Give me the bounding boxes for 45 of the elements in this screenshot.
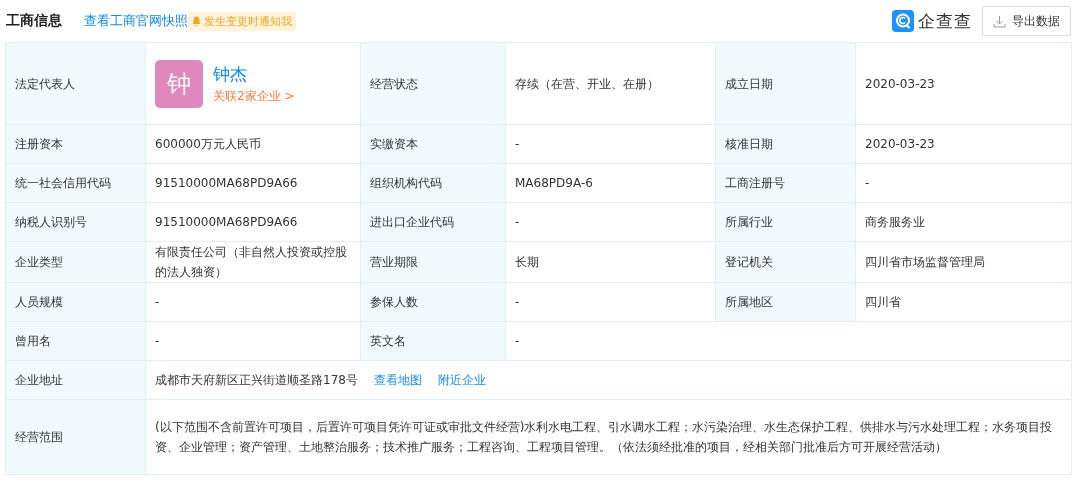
- table-cell: 四川省: [856, 283, 1072, 322]
- table-cell: -: [856, 164, 1072, 203]
- snapshot-link[interactable]: 查看工商官网快照: [84, 12, 188, 30]
- notify-badge[interactable]: 发生变更时通知我: [188, 11, 296, 31]
- related-companies-link[interactable]: 关联2家企业 >: [213, 85, 295, 106]
- field-label: 工商注册号: [716, 164, 856, 203]
- field-label: 企业地址: [6, 361, 146, 400]
- field-label: 曾用名: [6, 322, 146, 361]
- address-link[interactable]: 附近企业: [437, 370, 486, 390]
- avatar: 钟: [155, 59, 203, 108]
- table-cell: 商务服务业: [856, 203, 1072, 242]
- field-label: 参保人数: [361, 283, 506, 322]
- table-cell: -: [506, 322, 1072, 361]
- address-link[interactable]: 查看地图: [373, 370, 422, 390]
- field-label: 登记机关: [716, 242, 856, 283]
- table-cell: 2020-03-23: [856, 125, 1072, 164]
- field-label: 所属地区: [716, 283, 856, 322]
- notify-label: 发生变更时通知我: [204, 13, 292, 29]
- table-cell: (以下范围不含前置许可项目，后置许可项目凭许可证或审批文件经营)水利水电工程、引水调水工程；水污染治理、水生态保护工程、供排水与污水处理工程；水务项目投资、企业管理；资产管理、土地整治服务；技术推广服务；工程咨询、工程项目管理。（依法须经批准的项目，经相关部门批准后方可开展经营活动）: [146, 400, 1072, 475]
- field-label: 组织机构代码: [361, 164, 506, 203]
- section-title: 工商信息: [6, 12, 62, 30]
- field-label: 注册资本: [6, 125, 146, 164]
- field-label: 成立日期: [716, 43, 856, 125]
- field-label: 所属行业: [716, 203, 856, 242]
- brand-name: 企查查: [918, 9, 972, 33]
- field-label: 营业期限: [361, 242, 506, 283]
- magnifier-logo-icon: [892, 10, 914, 32]
- bell-icon: [192, 15, 201, 27]
- field-label: 统一社会信用代码: [6, 164, 146, 203]
- table-cell: 2020-03-23: [856, 43, 1072, 125]
- field-label: 实缴资本: [361, 125, 506, 164]
- field-label: 英文名: [361, 322, 506, 361]
- table-cell: 四川省市场监督管理局: [856, 242, 1072, 283]
- person-name-link[interactable]: 钟杰: [213, 61, 295, 86]
- address-text: 成都市天府新区正兴街道顺圣路178号: [155, 372, 358, 389]
- field-label: 进出口企业代码: [361, 203, 506, 242]
- field-label: 企业类型: [6, 242, 146, 283]
- field-label: 经营范围: [6, 400, 146, 475]
- field-label: 核准日期: [716, 125, 856, 164]
- export-button[interactable]: 导出数据: [982, 6, 1071, 36]
- field-label: 人员规模: [6, 283, 146, 322]
- field-label: 法定代表人: [6, 43, 146, 125]
- field-label: 纳税人识别号: [6, 203, 146, 242]
- field-label: 经营状态: [361, 43, 506, 125]
- download-icon: [993, 14, 1006, 28]
